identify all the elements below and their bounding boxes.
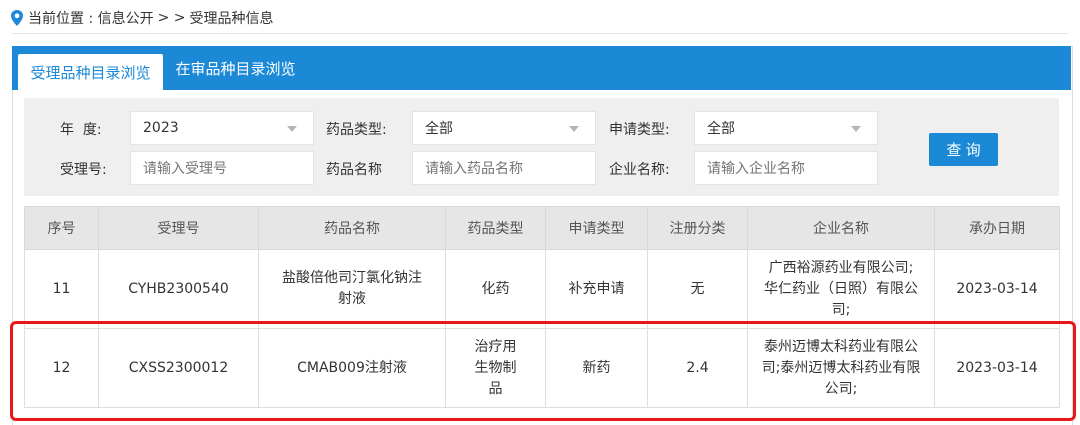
- cell-drug-name: 盐酸倍他司汀氯化钠注射液: [258, 249, 446, 329]
- cell-apply-type: 补充申请: [545, 249, 648, 329]
- year-label: 年 度:: [60, 122, 102, 138]
- table-header-row: 序号 受理号 药品名称 药品类型 申请类型 注册分类 企业名称 承办日期: [24, 206, 1060, 250]
- drug-type-value: 全部: [425, 121, 453, 137]
- cell-accept-no: CXSS2300012: [98, 328, 259, 408]
- cell-company: 泰州迈博太科药业有限公司;泰州迈博太科药业有限公司;: [747, 328, 935, 408]
- breadcrumb-separator: > >: [157, 10, 186, 26]
- apply-type-label: 申请类型:: [609, 122, 670, 138]
- tab-under-review-catalog[interactable]: 在审品种目录浏览: [163, 46, 308, 90]
- drug-type-label: 药品类型:: [326, 122, 387, 138]
- col-header-drug-name[interactable]: 药品名称: [258, 206, 446, 250]
- query-button[interactable]: 查 询: [929, 133, 998, 166]
- year-value: 2023: [143, 120, 179, 136]
- year-select[interactable]: 2023: [130, 111, 314, 145]
- table-row[interactable]: 11 CYHB2300540 盐酸倍他司汀氯化钠注射液 化药 补充申请 无 广西…: [24, 249, 1060, 329]
- apply-type-value: 全部: [707, 121, 735, 137]
- chevron-down-icon: [569, 126, 579, 132]
- cell-accept-no: CYHB2300540: [98, 249, 259, 329]
- accept-no-label: 受理号:: [60, 162, 107, 178]
- breadcrumb: 当前位置 : 信息公开 > > 受理品种信息: [10, 7, 274, 29]
- chevron-down-icon: [287, 126, 297, 132]
- cell-company: 广西裕源药业有限公司;华仁药业（日照）有限公司;: [747, 249, 935, 329]
- col-header-date[interactable]: 承办日期: [934, 206, 1060, 250]
- drug-name-input[interactable]: [412, 151, 596, 185]
- col-header-reg-class[interactable]: 注册分类: [647, 206, 748, 250]
- drug-type-select[interactable]: 全部: [412, 111, 596, 145]
- accept-no-input[interactable]: [130, 151, 314, 185]
- apply-type-select[interactable]: 全部: [694, 111, 878, 145]
- location-pin-icon: [11, 10, 23, 26]
- company-input[interactable]: [694, 151, 878, 185]
- drug-name-label: 药品名称: [326, 162, 382, 178]
- cell-apply-type: 新药: [545, 328, 648, 408]
- cell-index: 11: [24, 249, 99, 329]
- tab-bar: 受理品种目录浏览 在审品种目录浏览: [12, 46, 1071, 90]
- cell-reg-class: 2.4: [647, 328, 748, 408]
- tab-accepted-catalog[interactable]: 受理品种目录浏览: [18, 54, 163, 90]
- cell-drug-type: 治疗用生物制品: [445, 328, 546, 408]
- col-header-drug-type[interactable]: 药品类型: [445, 206, 546, 250]
- chevron-down-icon: [851, 126, 861, 132]
- results-table: 序号 受理号 药品名称 药品类型 申请类型 注册分类 企业名称 承办日期 11 …: [24, 206, 1060, 408]
- col-header-company[interactable]: 企业名称: [747, 206, 935, 250]
- table-row[interactable]: 12 CXSS2300012 CMAB009注射液 治疗用生物制品 新药 2.4…: [24, 328, 1060, 408]
- col-header-apply-type[interactable]: 申请类型: [545, 206, 648, 250]
- cell-drug-name: CMAB009注射液: [258, 328, 446, 408]
- cell-date: 2023-03-14: [934, 328, 1060, 408]
- col-header-index[interactable]: 序号: [24, 206, 99, 250]
- breadcrumb-current: 受理品种信息: [189, 11, 274, 27]
- cell-reg-class: 无: [647, 249, 748, 329]
- cell-index: 12: [24, 328, 99, 408]
- cell-drug-type: 化药: [445, 249, 546, 329]
- cell-date: 2023-03-14: [934, 249, 1060, 329]
- breadcrumb-location[interactable]: 当前位置 : 信息公开: [28, 8, 154, 28]
- col-header-accept-no[interactable]: 受理号: [98, 206, 259, 250]
- divider: [12, 33, 1068, 34]
- company-label: 企业名称:: [609, 162, 670, 178]
- filter-panel: 年 度: 2023 药品类型: 全部 申请类型: 全部 受理号: 药品名称 企业…: [24, 98, 1059, 196]
